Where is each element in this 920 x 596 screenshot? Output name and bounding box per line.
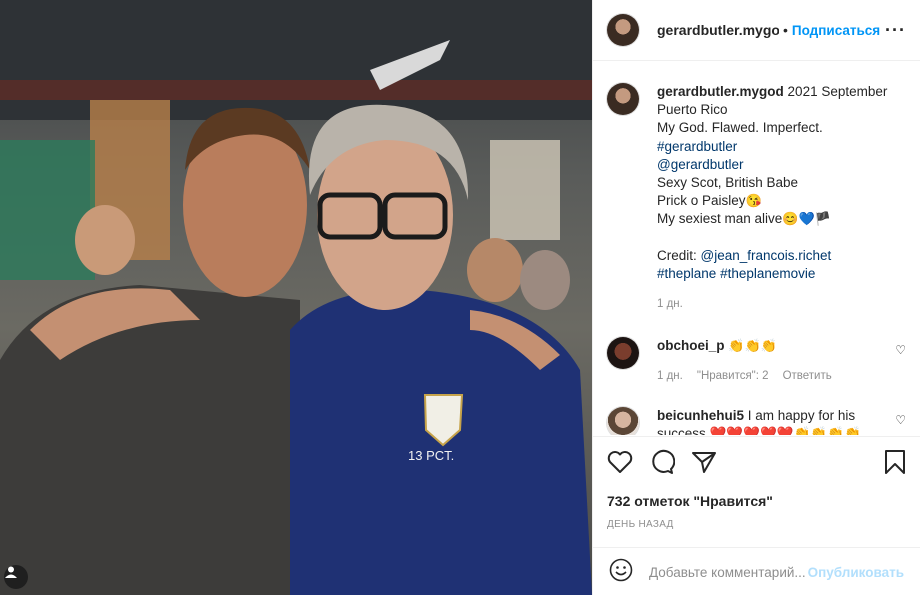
publish-button[interactable]: Опубликовать (808, 565, 904, 580)
follow-button[interactable]: Подписаться (792, 23, 880, 38)
caption-line: Prick o Paisley (657, 193, 746, 209)
caption-line: Puerto Rico (657, 102, 728, 118)
comment-item: beicunhehui5 I am happy for his success … (607, 407, 906, 435)
caption-line: 2021 September (787, 84, 888, 99)
credit-label: Credit: (657, 247, 697, 263)
comment-like-icon[interactable]: ♡ (895, 343, 906, 357)
mention-link[interactable]: @gerardbutler (657, 156, 887, 174)
post-actions: 732 отметок "Нравится" день назад (593, 436, 920, 547)
svg-text:13 PCT.: 13 PCT. (408, 448, 454, 463)
comment-username[interactable]: obchoei_p (657, 338, 725, 353)
comment-likes[interactable]: "Нравится": 2 (697, 367, 769, 385)
reply-button[interactable]: Ответить (783, 367, 832, 385)
comment-time[interactable]: 1 дн. (657, 367, 683, 385)
comment-icon[interactable] (649, 449, 676, 480)
comment-like-icon[interactable]: ♡ (895, 413, 906, 427)
post-photo[interactable]: 13 PCT. (0, 0, 592, 595)
user-tag-icon[interactable] (4, 565, 28, 589)
comment-item: obchoei_p 👏👏👏 1 дн. "Нравится": 2 Ответи… (607, 337, 906, 385)
separator: • (783, 22, 788, 38)
avatar[interactable] (607, 14, 639, 46)
caption-username[interactable]: gerardbutler.mygod (657, 84, 784, 99)
comment-text: 👏👏👏 (728, 338, 777, 354)
posted-ago[interactable]: день назад (607, 519, 906, 530)
emoji-group: 😊💙🏴 (782, 211, 831, 227)
post-header: gerardbutler.mygoc • Подписаться ··· (593, 0, 920, 61)
hashtag-link[interactable]: #theplanemovie (720, 266, 815, 281)
caption-line: Sexy Scot, British Babe (657, 175, 799, 191)
comment-avatar[interactable] (607, 407, 639, 435)
kiss-emoji: 😘 (745, 193, 762, 209)
share-icon[interactable] (691, 450, 717, 479)
comment-username[interactable]: beicunhehui5 (657, 408, 744, 423)
post-panel: gerardbutler.mygoc • Подписаться ··· ger… (592, 0, 920, 595)
comment-input[interactable] (647, 563, 808, 581)
likes-count[interactable]: 732 отметок "Нравится" (607, 493, 906, 509)
header-username[interactable]: gerardbutler.mygoc (657, 22, 779, 38)
post-photo-image: 13 PCT. (0, 0, 592, 595)
caption-line: My sexiest man alive (657, 211, 783, 227)
emoji-icon[interactable] (609, 558, 633, 587)
comments-list[interactable]: gerardbutler.mygod 2021 September Puerto… (593, 61, 920, 435)
mention-link[interactable]: @jean_francois.richet (701, 248, 832, 263)
heart-icon[interactable] (607, 450, 633, 479)
caption-line: My God. Flawed. Imperfect. (657, 120, 823, 136)
more-options-icon[interactable]: ··· (885, 20, 906, 41)
comment-avatar[interactable] (607, 337, 639, 370)
hashtag-link[interactable]: #theplane (657, 266, 716, 281)
hashtag-link[interactable]: #gerardbutler (657, 138, 887, 156)
bookmark-icon[interactable] (884, 449, 906, 480)
caption-avatar[interactable] (607, 83, 639, 115)
comment-composer: Опубликовать (593, 547, 920, 596)
caption-time[interactable]: 1 дн. (657, 295, 887, 313)
caption: gerardbutler.mygod 2021 September Puerto… (607, 83, 906, 313)
